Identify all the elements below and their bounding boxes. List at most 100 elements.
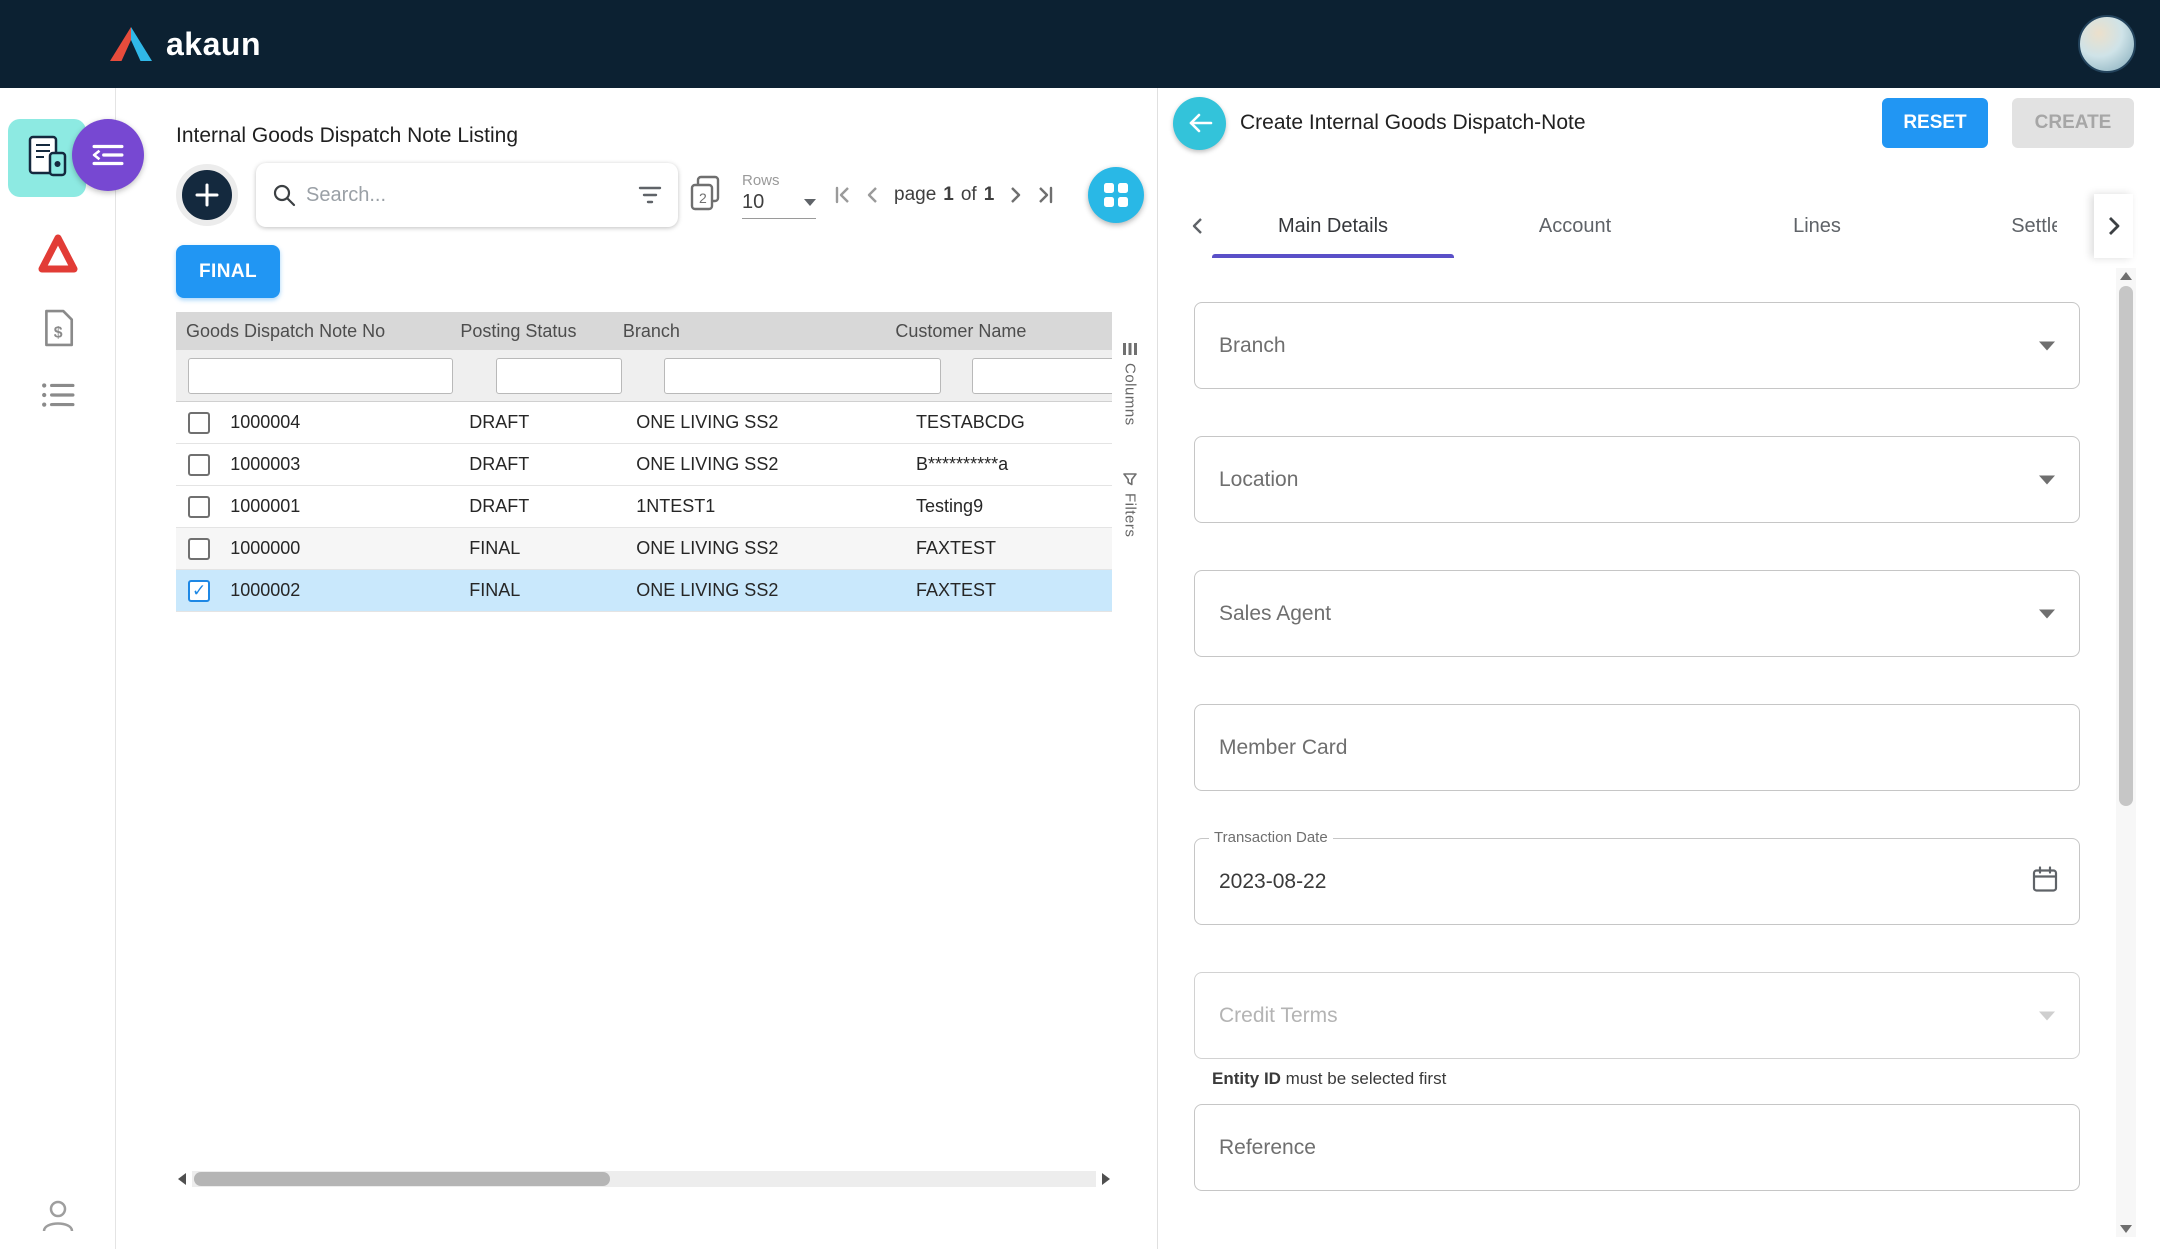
filter-input-customer-name[interactable]	[972, 358, 1112, 394]
rows-per-page-select[interactable]: Rows 10	[742, 172, 816, 219]
row-checkbox[interactable]	[188, 453, 211, 476]
reference-label: Reference	[1219, 1135, 1316, 1159]
row-checkbox[interactable]	[188, 411, 211, 434]
list-icon	[41, 383, 74, 407]
screen: akaun $ Internal Goods Dispatch Note Lis…	[0, 0, 2160, 1249]
vscroll-thumb[interactable]	[2119, 286, 2133, 806]
profile-shortcut[interactable]	[38, 1195, 78, 1235]
helper-bold: Entity ID	[1212, 1069, 1281, 1088]
filter-list-icon[interactable]	[638, 186, 662, 204]
chevron-down-icon	[2039, 1011, 2055, 1020]
tab-account[interactable]: Account	[1454, 194, 1696, 258]
table-header: Goods Dispatch Note No Posting Status Br…	[176, 312, 1112, 350]
add-button[interactable]	[176, 164, 238, 226]
chevron-left-icon	[867, 187, 877, 203]
reset-button[interactable]: RESET	[1882, 98, 1988, 148]
svg-text:2: 2	[699, 190, 707, 206]
tab-label: Account	[1538, 214, 1612, 237]
prev-page-button[interactable]	[860, 182, 886, 208]
calendar-icon	[2032, 865, 2058, 892]
main-details-form: Branch Location Sales Agent Member Card …	[1158, 302, 2118, 1191]
cell-goods-dispatch-note-no: 1000002	[230, 580, 301, 600]
columns-tab[interactable]: Columns	[1122, 342, 1139, 426]
tab-lines[interactable]: Lines	[1696, 194, 1938, 258]
rows-label: Rows	[742, 171, 780, 189]
table-row[interactable]: 1000004 DRAFT ONE LIVING SS2 TESTABCDG	[176, 402, 1112, 444]
invoice-shortcut[interactable]: $	[42, 309, 74, 347]
scroll-up-button[interactable]	[2116, 268, 2136, 284]
reference-field[interactable]: Reference	[1194, 1104, 2080, 1191]
sidebar-toggle-icon	[92, 144, 124, 166]
col-header-posting-status[interactable]: Posting Status	[460, 321, 622, 342]
row-checkbox[interactable]	[188, 495, 211, 518]
table-row[interactable]: 1000003 DRAFT ONE LIVING SS2 B**********…	[176, 444, 1112, 486]
tabs-scroll-left-button[interactable]	[1187, 194, 1209, 258]
chevron-down-icon	[2039, 609, 2055, 618]
hscroll-thumb[interactable]	[194, 1172, 610, 1186]
tab-settlement[interactable]: Settlement	[1938, 194, 2057, 258]
credit-terms-helper: Entity ID must be selected first	[1212, 1069, 2118, 1089]
of-label: of	[960, 184, 977, 205]
tab-label: Main Details	[1277, 214, 1389, 237]
create-button[interactable]: CREATE	[2012, 98, 2134, 148]
detail-title: Create Internal Goods Dispatch-Note	[1240, 111, 1586, 134]
brand-logo[interactable]: akaun	[108, 25, 261, 63]
sidebar-toggle-button[interactable]	[72, 119, 144, 191]
detail-tabs: Main Details Account Lines Settlement	[1158, 194, 2160, 258]
horizontal-scrollbar	[176, 1170, 1112, 1188]
branch-label: Branch	[1219, 333, 1286, 357]
row-checkbox[interactable]	[188, 537, 211, 560]
cell-branch: ONE LIVING SS2	[636, 538, 779, 558]
plus-icon	[195, 183, 219, 207]
last-page-button[interactable]	[1032, 182, 1058, 208]
col-header-goods-dispatch-note-no[interactable]: Goods Dispatch Note No	[186, 321, 460, 342]
calendar-button[interactable]	[2031, 865, 2059, 898]
tab-main-details[interactable]: Main Details	[1212, 194, 1454, 258]
filter-input-goods-dispatch-note-no[interactable]	[188, 358, 453, 394]
table-row[interactable]: 1000000 FINAL ONE LIVING SS2 FAXTEST	[176, 528, 1112, 570]
chevron-down-icon	[2039, 341, 2055, 350]
scroll-left-button[interactable]	[176, 1171, 188, 1187]
pdf-shortcut[interactable]	[35, 231, 81, 275]
filters-tab[interactable]: Filters	[1122, 472, 1139, 537]
back-button[interactable]	[1173, 96, 1226, 150]
apps-grid-icon	[1104, 183, 1128, 207]
scroll-right-button[interactable]	[1100, 1171, 1112, 1187]
cell-goods-dispatch-note-no: 1000001	[230, 496, 301, 516]
search-icon	[273, 184, 296, 207]
search-input[interactable]	[306, 183, 628, 207]
create-dispatch-note-panel: Create Internal Goods Dispatch-Note RESE…	[1157, 88, 2160, 1249]
next-page-button[interactable]	[1002, 182, 1028, 208]
cell-customer-name: TESTABCDG	[916, 412, 1025, 432]
member-card-field[interactable]: Member Card	[1194, 704, 2080, 791]
sales-agent-select[interactable]: Sales Agent	[1194, 570, 2080, 657]
user-avatar[interactable]	[2078, 15, 2136, 73]
col-header-branch[interactable]: Branch	[623, 321, 896, 342]
filter-input-posting-status[interactable]	[496, 358, 622, 394]
triangle-left-icon	[178, 1173, 186, 1185]
pages-button[interactable]: 2	[688, 174, 722, 217]
page-indicator: page 1 of 1	[894, 184, 994, 206]
first-page-button[interactable]	[830, 182, 856, 208]
transaction-date-field[interactable]: Transaction Date 2023-08-22	[1194, 829, 2080, 925]
hscroll-track[interactable]	[192, 1171, 1096, 1187]
filter-input-branch[interactable]	[664, 358, 941, 394]
vertical-scrollbar	[2116, 268, 2136, 1237]
branch-select[interactable]: Branch	[1194, 302, 2080, 389]
table-row[interactable]: 1000002 FINAL ONE LIVING SS2 FAXTEST	[176, 570, 1112, 612]
cell-branch: ONE LIVING SS2	[636, 412, 779, 432]
final-filter-button[interactable]: FINAL	[176, 245, 280, 298]
col-header-customer-name[interactable]: Customer Name	[895, 321, 1112, 342]
list-shortcut[interactable]	[41, 381, 75, 409]
chevron-right-icon	[1011, 187, 1021, 203]
table-row[interactable]: 1000001 DRAFT 1NTEST1 Testing9	[176, 486, 1112, 528]
location-select[interactable]: Location	[1194, 436, 2080, 523]
back-arrow-icon	[1189, 113, 1212, 133]
row-checkbox[interactable]	[188, 579, 211, 602]
grid-view-button[interactable]	[1088, 167, 1144, 223]
tabs-scroll-right-button[interactable]	[2094, 194, 2133, 258]
triangle-down-icon	[2120, 1225, 2132, 1233]
transaction-date-label: Transaction Date	[1209, 829, 1333, 846]
cell-goods-dispatch-note-no: 1000000	[230, 538, 301, 558]
scroll-down-button[interactable]	[2116, 1221, 2136, 1237]
